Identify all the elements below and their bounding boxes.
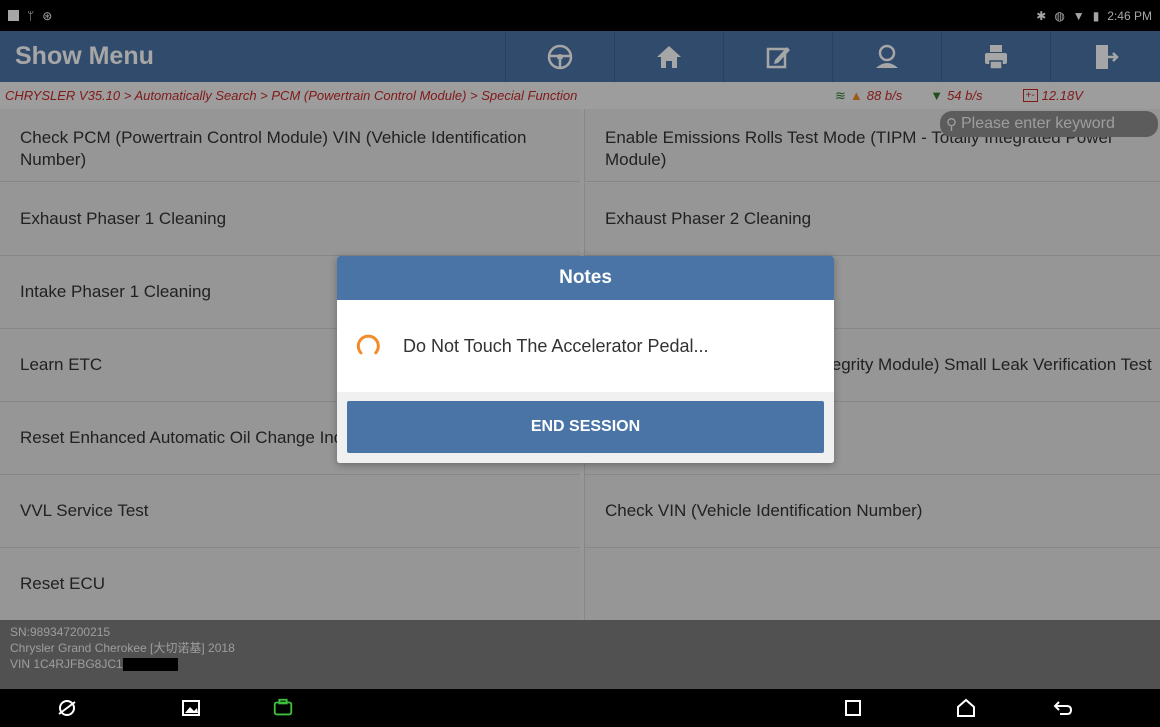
- vci-icon: [273, 698, 293, 716]
- vci-button[interactable]: [272, 697, 294, 719]
- dialog-footer: END SESSION: [337, 392, 834, 463]
- back-button[interactable]: [1052, 697, 1074, 719]
- home-nav-button[interactable]: [955, 697, 977, 719]
- gallery-icon: [182, 700, 200, 716]
- gallery-button[interactable]: [180, 697, 202, 719]
- dialog-title: Notes: [337, 256, 834, 300]
- browser-button[interactable]: [56, 697, 78, 719]
- dialog-body: Do Not Touch The Accelerator Pedal...: [337, 300, 834, 392]
- home-outline-icon: [957, 698, 975, 717]
- end-session-button[interactable]: END SESSION: [347, 401, 824, 453]
- recents-icon: [845, 700, 861, 716]
- loading-spinner-icon: [356, 334, 380, 355]
- navigation-bar: [0, 689, 1160, 727]
- recents-button[interactable]: [842, 697, 864, 719]
- back-icon: [1053, 701, 1073, 715]
- notes-dialog: Notes Do Not Touch The Accelerator Pedal…: [337, 256, 834, 463]
- orbit-icon: [58, 700, 76, 716]
- dialog-message: Do Not Touch The Accelerator Pedal...: [403, 335, 709, 356]
